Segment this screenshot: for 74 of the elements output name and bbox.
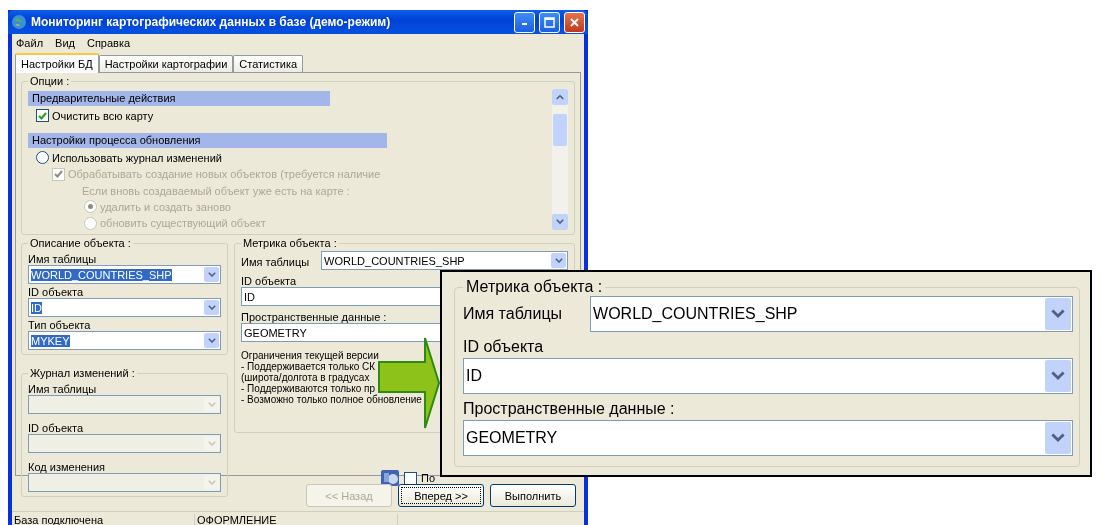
radio-button[interactable] [36,151,49,165]
field-label: Имя таблицы [241,255,310,268]
dialog-button[interactable]: Вперед >> [398,484,484,507]
field-label: Имя таблицы [28,253,97,265]
field-label: ID объекта [241,275,297,287]
tab[interactable]: Настройки БД [15,53,99,73]
note-text: - Возможно только полное обновление [241,394,422,405]
option-label: Если вновь создаваемый объект уже есть на карте : [82,184,350,197]
menu-item[interactable]: Вид [55,37,75,49]
field-label: ID объекта [463,338,545,356]
chevron-down-icon [554,257,563,264]
note-text: (широта/долгота в градусах [241,372,370,383]
chevron-down-icon [207,337,216,344]
field-label: Тип объекта [28,319,91,331]
option-label: удалить и создать заново [100,200,231,213]
field-label: Пространственные данные : [241,311,387,323]
chevron-down-icon [207,479,216,486]
group-title: Метрика объекта : [465,278,604,296]
combo-box[interactable]: WORLD_COUNTRIES_SHP [28,265,221,284]
globe-icon [11,14,27,30]
combo-box[interactable]: GEOMETRY [463,420,1073,456]
field-label: Имя таблицы [28,383,97,395]
minimize-button[interactable] [514,11,535,33]
chevron-down-icon [207,271,216,278]
menu-item[interactable]: Справка [86,37,131,49]
field-label: ID объекта [28,422,84,434]
chevron-up-icon [556,94,564,100]
option-label: По [421,472,436,484]
combo-box[interactable]: WORLD_COUNTRIES_SHP [321,251,568,270]
field-label: Пространственные данные : [463,400,676,418]
maximize-icon [544,16,555,28]
note-text: Ограничения текущей версии [241,350,379,361]
field-label: Имя таблицы [463,305,563,323]
note-text: - Поддерживаются только пр [241,383,376,394]
group-title: Журнал изменений : [29,367,136,379]
section-header: Предварительные действия [28,91,330,106]
status-text: ОФОРМЛЕНИЕ [195,514,398,525]
chevron-down-icon [556,219,564,225]
chevron-down-icon [207,401,216,408]
option-label: Очистить всю карту [52,109,154,122]
combo-box[interactable]: ID [463,358,1073,394]
scroll-up-button[interactable] [552,89,568,105]
field-label: Код изменения [28,461,105,473]
group-title: Метрика объекта : [242,237,338,249]
maximize-button[interactable] [539,11,560,33]
scroll-thumb[interactable] [553,113,567,146]
chevron-down-icon [207,440,216,447]
chevron-down-icon [207,304,216,311]
chevron-down-icon [1051,433,1065,443]
menu-item[interactable]: Файл [16,37,44,49]
scrollbar[interactable] [552,89,568,230]
close-button[interactable] [564,11,585,33]
dialog-button[interactable]: Выполнить [490,484,576,507]
chevron-down-icon [1051,309,1065,319]
tab[interactable]: Настройки картографии [98,55,234,72]
option-label: обновить существующий объект [100,217,266,230]
scroll-down-button[interactable] [552,214,568,230]
window-title: Мониторинг картографических данных в базе (демо-режим) [31,15,392,29]
checkbox[interactable] [36,109,49,123]
combo-box[interactable]: WORLD_COUNTRIES_SHP [590,296,1073,332]
section-header: Настройки процесса обновления [28,133,387,149]
option-label: Обрабатывать создание новых объектов (требуется наличие [68,168,381,181]
note-text: - Поддерживается только СК [241,361,376,372]
tab[interactable]: Статистика [233,55,304,72]
field-label: ID объекта [28,286,84,298]
checkbox[interactable] [404,471,417,485]
chevron-down-icon [1051,371,1065,381]
combo-box[interactable]: MYKEY [28,331,221,350]
app-logo-icon [380,469,400,487]
close-icon [569,16,580,28]
group-title: Опции : [29,75,71,87]
group-title: Описание объекта : [29,237,132,249]
option-label: Использовать журнал изменений [52,152,222,164]
combo-box[interactable]: ID [28,298,221,317]
